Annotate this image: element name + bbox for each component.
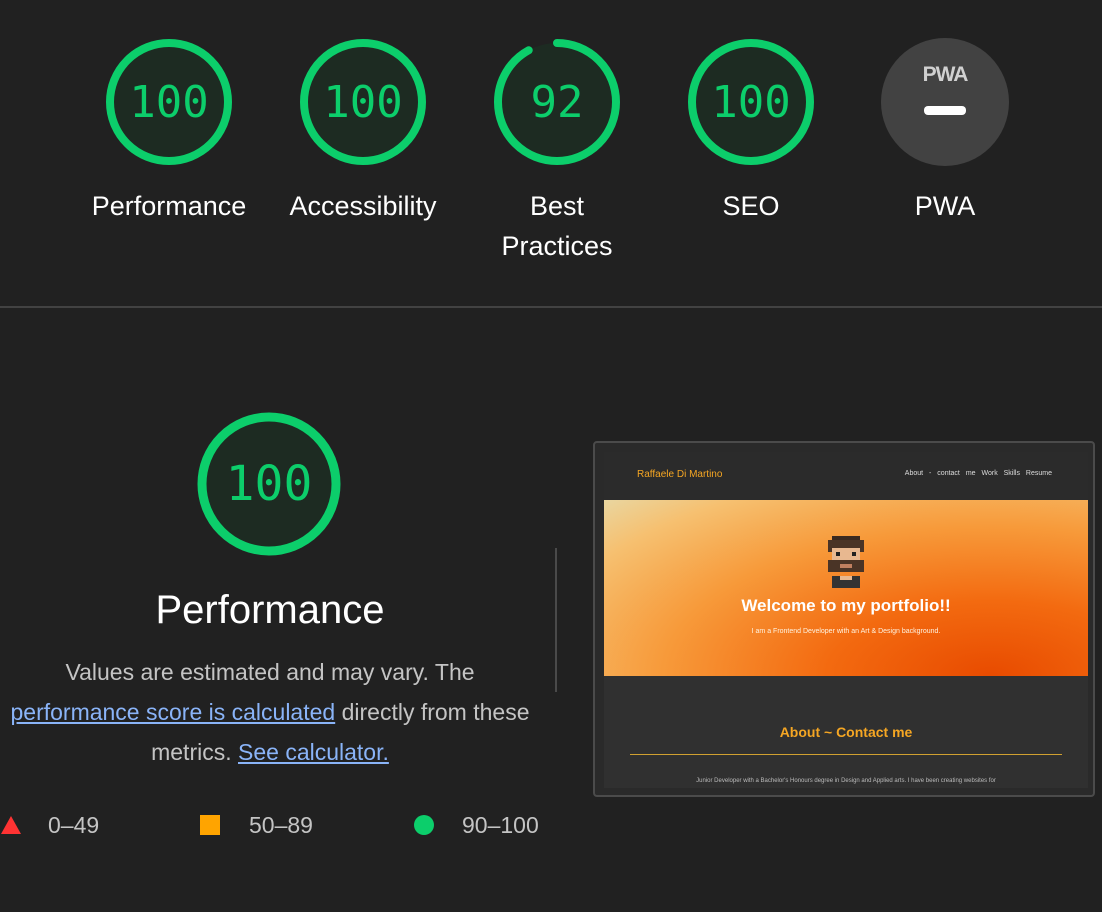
pwa-badge bbox=[881, 38, 1009, 166]
site-hero: Welcome to my portfolio!! I am a Fronten… bbox=[604, 500, 1088, 676]
label-line: Practices bbox=[501, 231, 613, 261]
vertical-divider bbox=[555, 548, 557, 692]
gauge-performance-large: 100 bbox=[196, 411, 342, 557]
gauge-score: 100 bbox=[129, 76, 209, 128]
label-line: Best bbox=[529, 191, 585, 221]
screenshot-content: Raffaele Di Martino About - contact me W… bbox=[604, 452, 1088, 788]
site-paragraph: Junior Developer with a Bachelor's Honou… bbox=[696, 778, 996, 784]
pwa-logo-text: PWA bbox=[922, 63, 969, 86]
site-about-heading: About ~ Contact me bbox=[779, 724, 913, 740]
final-screenshot[interactable]: Raffaele Di Martino About - contact me W… bbox=[593, 441, 1095, 797]
gauge-pwa[interactable]: PWA bbox=[880, 37, 1010, 167]
gauge-score: 100 bbox=[323, 76, 403, 128]
label-pwa: PWA bbox=[914, 191, 976, 221]
gauge-performance[interactable]: 100 bbox=[104, 37, 234, 167]
site-brand: Raffaele Di Martino bbox=[637, 469, 723, 480]
site-welcome: Welcome to my portfolio!! bbox=[741, 596, 951, 615]
gauge-accessibility[interactable]: 100 bbox=[298, 37, 428, 167]
site-nav: Raffaele Di Martino About - contact me W… bbox=[604, 452, 1088, 500]
gauge-best-practices[interactable]: 92 bbox=[492, 37, 622, 167]
performance-description: Values are estimated and may vary. The p… bbox=[0, 652, 540, 772]
score-calculated-link[interactable]: performance score is calculated bbox=[10, 699, 335, 725]
label-best-practices: Best Practices bbox=[462, 186, 652, 266]
triangle-icon bbox=[1, 816, 21, 834]
site-subtitle: I am a Frontend Developer with an Art & … bbox=[751, 628, 941, 635]
see-calculator-link[interactable]: See calculator. bbox=[238, 739, 389, 765]
gauge-seo[interactable]: 100 bbox=[686, 37, 816, 167]
desc-text: Values are estimated and may vary. The bbox=[65, 659, 475, 685]
label-performance: Performance bbox=[91, 191, 247, 221]
section-divider bbox=[0, 306, 1102, 308]
label-seo: SEO bbox=[722, 191, 780, 221]
site-nav-links: About - contact me Work Skills Resume bbox=[904, 470, 1052, 477]
performance-title: Performance bbox=[155, 588, 385, 632]
circle-icon bbox=[414, 815, 434, 835]
gauge-score: 100 bbox=[711, 76, 791, 128]
legend-range: 0–49 bbox=[48, 812, 100, 838]
site-about-divider bbox=[630, 754, 1062, 755]
gauge-score: 92 bbox=[530, 76, 584, 128]
avatar-icon bbox=[828, 536, 864, 588]
legend-range: 50–89 bbox=[249, 812, 313, 838]
gauge-score: 100 bbox=[225, 456, 313, 512]
legend-range: 90–100 bbox=[462, 812, 539, 838]
square-icon bbox=[200, 815, 220, 835]
label-accessibility: Accessibility bbox=[289, 191, 437, 221]
